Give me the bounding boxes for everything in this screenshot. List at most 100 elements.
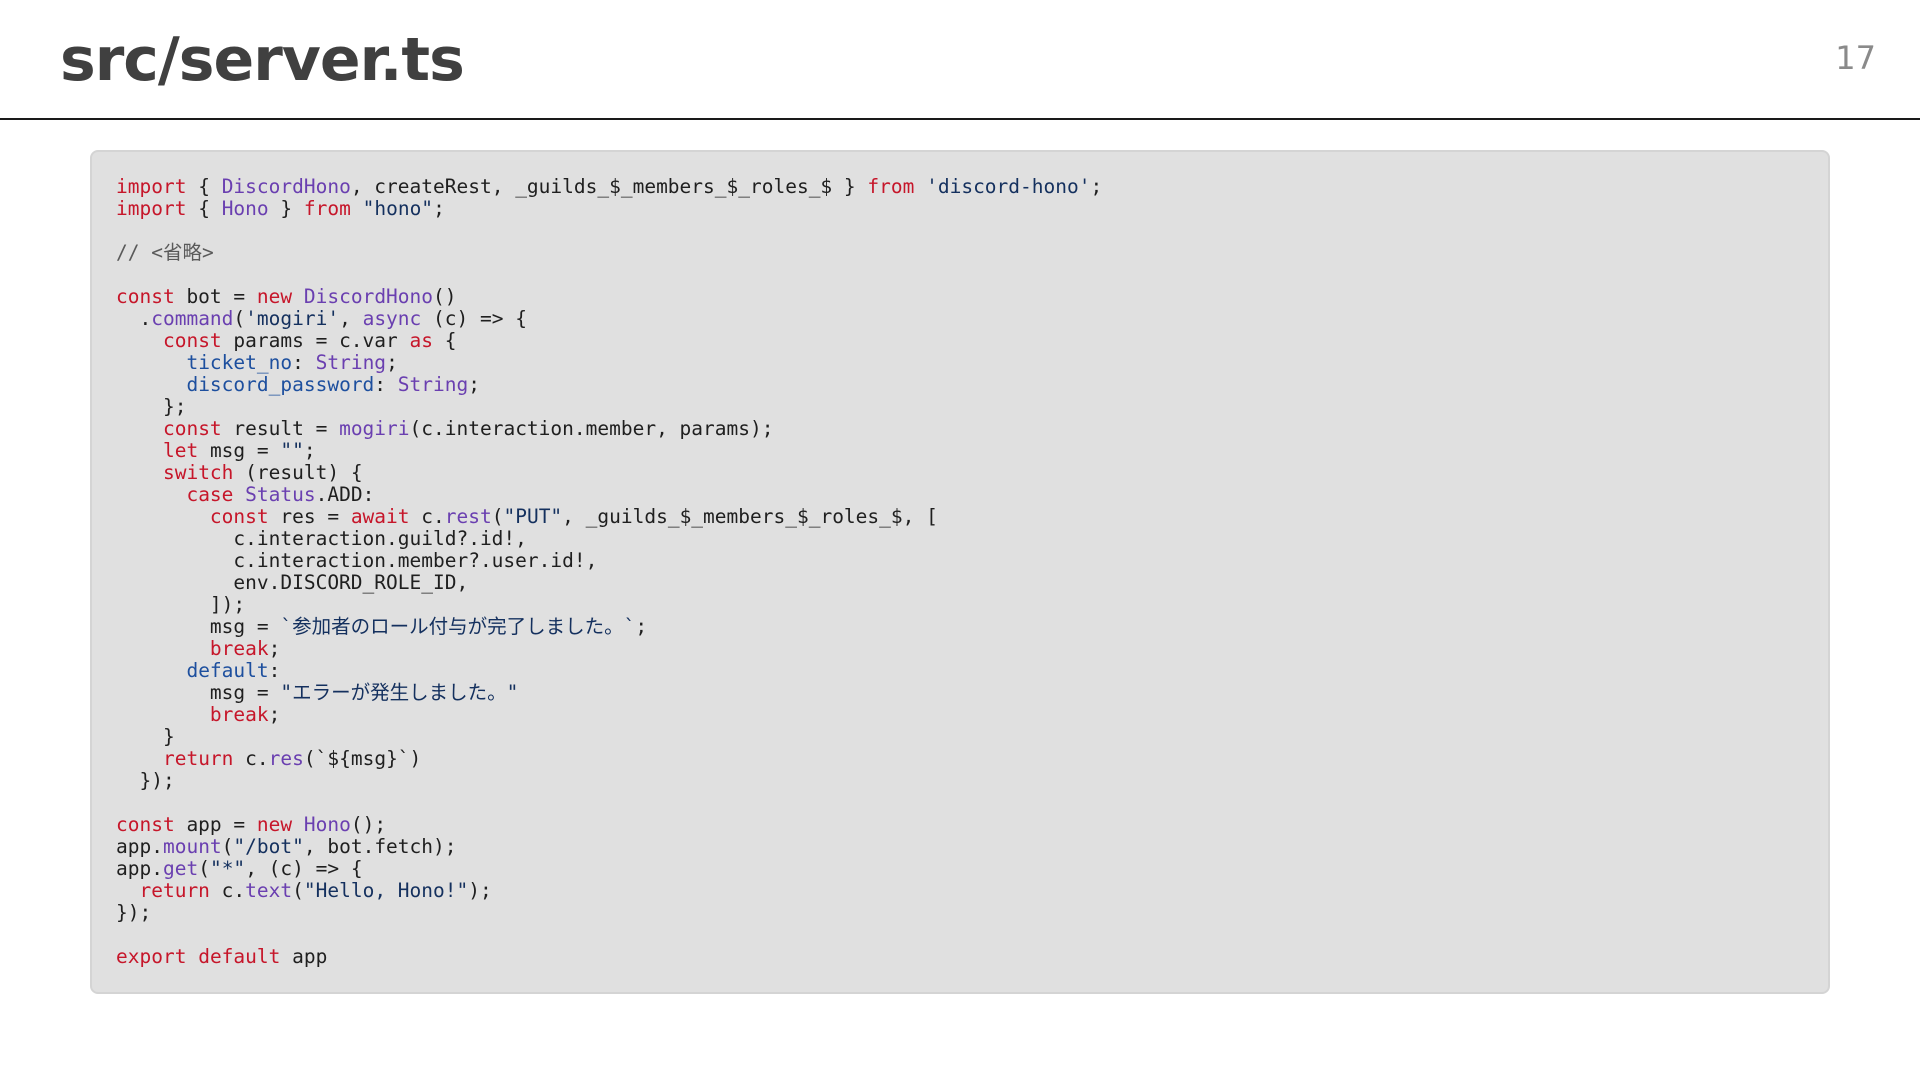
code-text: , createRest, _guilds_$_members_$_roles_… [350,175,868,198]
code-text: , _guilds_$_members_$_roles_$, [ [562,505,938,528]
code-text: }); [116,769,175,792]
code-text: : [292,351,316,374]
string-token: "Hello, Hono!" [303,879,469,902]
code-line: return c.text("Hello, Hono!"); [116,880,1804,902]
code-line: export default app [116,946,1804,968]
code-block: import { DiscordHono, createRest, _guild… [90,150,1830,994]
code-text: (c) => { [421,307,527,330]
identifier-token: command [151,307,234,330]
code-text: env.DISCORD_ROLE_ID, [116,571,469,594]
code-line: let msg = ""; [116,440,1804,462]
code-text: ; [635,615,648,638]
code-text: , bot.fetch); [303,835,457,858]
comment-token: // <省略> [116,241,214,264]
slide-header: src/server.ts 17 [0,0,1920,120]
identifier-token: Status [245,483,316,506]
code-line: return c.res(`${msg}`) [116,748,1804,770]
identifier-token: Hono [303,813,351,836]
code-line: const bot = new DiscordHono() [116,286,1804,308]
code-text: c. [409,505,445,528]
keyword-token: const [209,505,269,528]
keyword-token: let [162,439,199,462]
code-text: ; [268,637,281,660]
keyword-token: export [116,945,187,968]
code-text: msg = [116,615,281,638]
code-line: const app = new Hono(); [116,814,1804,836]
code-text: ; [468,373,480,396]
code-line: switch (result) { [116,462,1804,484]
code-text: result = [221,417,340,440]
code-text: : [268,659,281,682]
code-text: c.interaction.member?.user.id!, [116,549,598,572]
identifier-token: async [362,307,422,330]
identifier-token: text [245,879,293,902]
code-text: () [433,285,457,308]
identifier-token: res [268,747,304,770]
slide-title: src/server.ts [60,25,465,95]
property-token: default [186,659,269,682]
identifier-token: mogiri [339,417,410,440]
code-line: ​ [116,792,1804,814]
code-line: ]); [116,594,1804,616]
code-text: ; [433,197,445,220]
identifier-token: DiscordHono [303,285,434,308]
code-line: break; [116,638,1804,660]
code-text: c. [209,879,246,902]
code-text: }; [116,395,187,418]
code-text: ( [292,879,304,902]
code-text: ; [1090,175,1103,198]
page-number: 17 [1835,39,1876,77]
code-text: app. [116,857,163,880]
code-text: params = c.var [221,329,410,352]
string-token: "hono" [362,197,434,220]
code-text: (); [350,813,387,836]
string-token: `参加者のロール付与が完了しました。` [280,615,636,638]
keyword-token: return [139,879,210,902]
code-line: app.get("*", (c) => { [116,858,1804,880]
code-text: res = [268,505,351,528]
keyword-token: const [116,285,175,308]
code-text: (`${msg}`) [303,747,422,770]
string-token: "エラーが発生しました。" [280,681,519,704]
code-text: ( [198,857,210,880]
code-line: ticket_no: String; [116,352,1804,374]
code-text: (c.interaction.member, params); [409,417,774,440]
keyword-token: const [116,813,175,836]
identifier-token: String [315,351,387,374]
code-text: ( [221,835,234,858]
code-text: ; [268,703,281,726]
code-line: ​ [116,264,1804,286]
code-text: ]); [116,593,246,616]
code-line: msg = `参加者のロール付与が完了しました。`; [116,616,1804,638]
code-line: }); [116,902,1804,924]
keyword-token: switch [162,461,234,484]
code-line: app.mount("/bot", bot.fetch); [116,836,1804,858]
code-line: } [116,726,1804,748]
code-text: msg = [198,439,281,462]
string-token: "PUT" [503,505,563,528]
identifier-token: mount [162,835,222,858]
identifier-token: Hono [221,197,269,220]
code-text: app = [174,813,257,836]
code-text: c.interaction.guild?.id!, [116,527,527,550]
code-line: const res = await c.rest("PUT", _guilds_… [116,506,1804,528]
keyword-token: const [162,329,222,352]
code-text: }); [116,901,152,924]
code-line: ​ [116,220,1804,242]
code-line: const params = c.var as { [116,330,1804,352]
code-line: break; [116,704,1804,726]
code-text: ( [233,307,246,330]
code-line: import { DiscordHono, createRest, _guild… [116,176,1804,198]
